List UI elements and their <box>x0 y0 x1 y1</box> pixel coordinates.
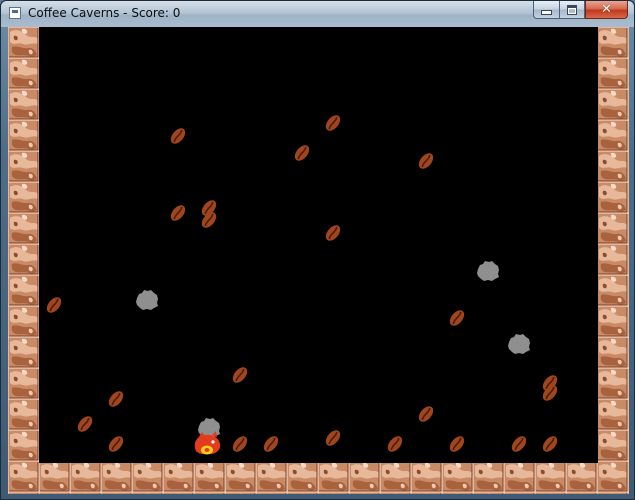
boulder <box>136 290 158 310</box>
boulders <box>136 261 530 438</box>
coffee-bean <box>415 149 437 173</box>
minimize-icon <box>541 10 552 15</box>
game-scene <box>8 27 629 494</box>
coffee-bean <box>291 141 313 165</box>
title-bar[interactable]: Coffee Caverns - Score: 0 ✕ <box>1 1 634 27</box>
coffee-beans <box>43 111 561 456</box>
coffee-bean <box>539 432 561 456</box>
coffee-bean <box>229 363 251 387</box>
game-window: Coffee Caverns - Score: 0 ✕ <box>0 0 635 500</box>
coffee-bean <box>322 111 344 135</box>
close-button[interactable]: ✕ <box>585 1 628 19</box>
coffee-bean <box>446 432 468 456</box>
game-canvas[interactable] <box>8 27 629 494</box>
coffee-bean <box>322 221 344 245</box>
left-rock-wall <box>8 27 39 494</box>
window-title: Coffee Caverns - Score: 0 <box>28 6 181 20</box>
coffee-bean <box>415 402 437 426</box>
boulder <box>508 334 530 354</box>
coffee-bean <box>167 201 189 225</box>
close-icon: ✕ <box>601 2 612 17</box>
coffee-bean <box>384 432 406 456</box>
minimize-button[interactable] <box>533 1 559 19</box>
coffee-bean <box>229 432 251 456</box>
maximize-button[interactable] <box>559 1 585 19</box>
coffee-bean <box>105 432 127 456</box>
coffee-bean <box>508 432 530 456</box>
coffee-bean <box>322 426 344 450</box>
rock-floor <box>8 463 629 494</box>
coffee-bean <box>105 387 127 411</box>
coffee-bean <box>260 432 282 456</box>
right-rock-wall <box>598 27 629 494</box>
coffee-bean <box>167 124 189 148</box>
coffee-bean <box>43 293 65 317</box>
boulder <box>477 261 499 281</box>
maximize-icon <box>567 4 577 15</box>
coffee-bean <box>446 306 468 330</box>
window-controls: ✕ <box>533 1 628 20</box>
app-icon <box>9 7 21 19</box>
coffee-bean <box>74 412 96 436</box>
